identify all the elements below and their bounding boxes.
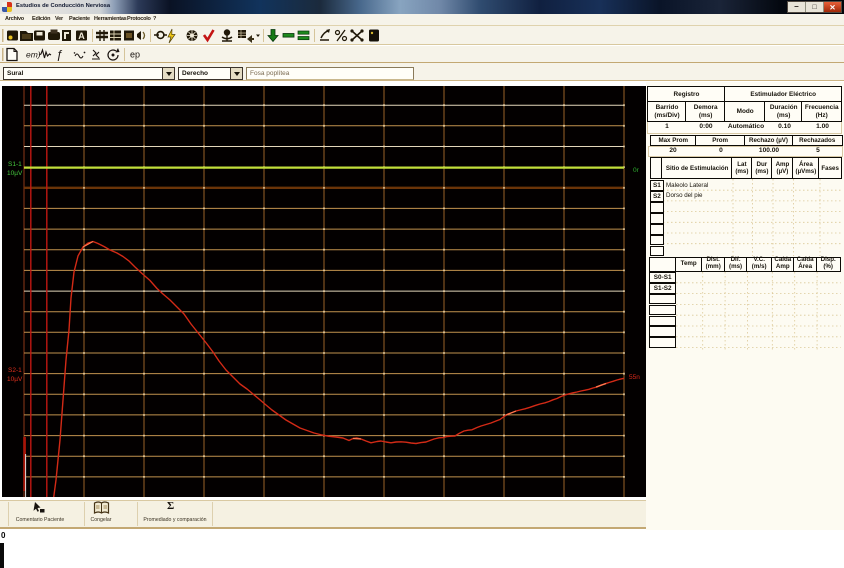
svg-text:em): em) [26, 50, 41, 60]
svg-text:ƒ: ƒ [56, 48, 63, 62]
svg-text:ep: ep [130, 50, 140, 60]
svg-text:55n: 55n [629, 374, 640, 381]
svg-text:S2-1: S2-1 [8, 367, 22, 374]
svg-text:10µV: 10µV [7, 170, 23, 177]
svg-text:0r: 0r [633, 167, 640, 174]
svg-text:S1-1: S1-1 [8, 161, 22, 168]
svg-text:A: A [78, 31, 85, 41]
svg-text:10µV: 10µV [7, 376, 23, 383]
